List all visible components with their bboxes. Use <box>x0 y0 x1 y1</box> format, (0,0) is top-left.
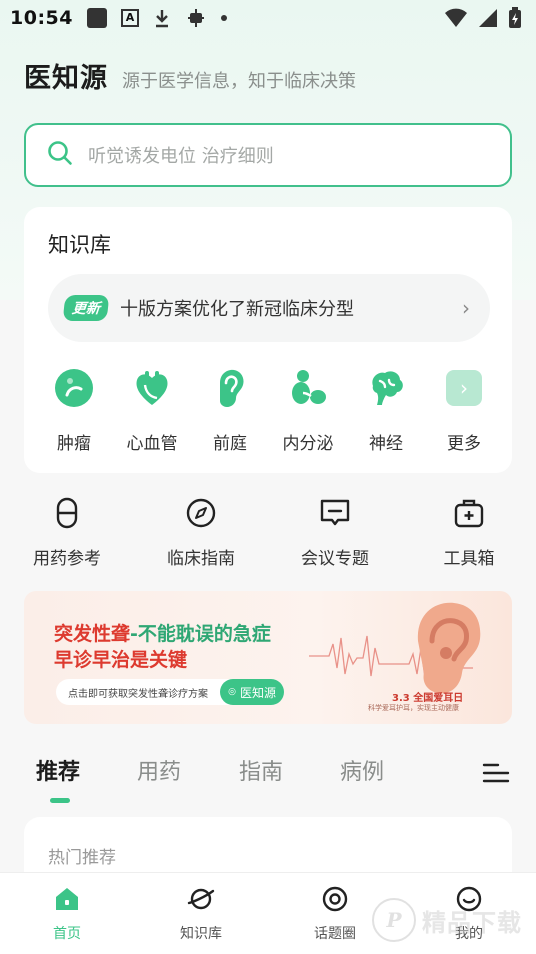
battery-icon <box>508 7 522 29</box>
ear-illustration <box>417 602 481 694</box>
accessibility-icon: A <box>120 9 139 27</box>
toolbox-icon <box>454 499 484 528</box>
nav-label: 首页 <box>53 926 81 942</box>
tab-drugs[interactable]: 用药 <box>137 754 181 786</box>
nav-home[interactable]: 首页 <box>0 873 134 954</box>
tab-recommend[interactable]: 推荐 <box>36 754 80 786</box>
category-label: 内分泌 <box>282 434 334 454</box>
banner-headline-tail: -不能耽误的急症 <box>130 623 271 645</box>
category-tumor[interactable]: 肿瘤 <box>38 367 110 454</box>
tool-label: 用药参考 <box>33 549 101 569</box>
tool-toolbox[interactable]: 工具箱 <box>402 496 536 569</box>
watermark-logo-icon: P <box>372 898 416 942</box>
banner-subtext: 科学爱耳护耳，实现主动健康 <box>368 704 459 712</box>
heart-icon <box>136 371 168 405</box>
update-notice[interactable]: 更新 十版方案优化了新冠临床分型 › <box>48 274 490 342</box>
more-notifications-icon <box>220 15 227 21</box>
banner-logo: ◎ 医知源 <box>220 679 284 705</box>
search-icon <box>46 139 74 171</box>
wifi-icon <box>444 8 468 28</box>
tool-clinical-guide[interactable]: 临床指南 <box>134 496 268 569</box>
watermark: P 精品下载 <box>372 898 522 942</box>
tool-meetings[interactable]: 会议专题 <box>268 496 402 569</box>
app-header: 医知源 源于医学信息，知于临床决策 <box>0 36 536 95</box>
category-label: 心血管 <box>126 434 178 454</box>
planet-icon <box>187 888 215 910</box>
tool-drug-reference[interactable]: 用药参考 <box>0 496 134 569</box>
banner-cta[interactable]: 点击即可获取突发性聋诊疗方案 ◎ 医知源 <box>56 679 284 705</box>
nav-label: 知识库 <box>180 926 222 942</box>
update-badge: 更新 <box>62 295 110 321</box>
knowledge-base-title: 知识库 <box>48 233 111 257</box>
tool-label: 临床指南 <box>167 549 235 569</box>
chat-icon <box>320 499 350 526</box>
category-cardiovascular[interactable]: 心血管 <box>116 367 188 454</box>
category-neuro[interactable]: 神经 <box>350 367 422 454</box>
active-tab-indicator <box>50 798 70 803</box>
signal-icon <box>478 8 498 28</box>
banner-headline: 突发性聋-不能耽误的急症 <box>54 619 271 646</box>
app-brand: 医知源 <box>24 63 108 94</box>
search-bar[interactable]: 听觉诱发电位 治疗细则 <box>24 123 512 187</box>
banner-logo-text: 医知源 <box>239 685 276 700</box>
tab-cases[interactable]: 病例 <box>340 754 384 786</box>
content-tabs: 推荐 用药 指南 病例 <box>0 748 536 808</box>
category-label: 更多 <box>447 434 481 454</box>
tumor-icon <box>55 369 93 407</box>
banner-subheadline: 早诊早治是关键 <box>54 649 188 671</box>
brain-icon <box>372 371 403 405</box>
banner-cta-text: 点击即可获取突发性聋诊疗方案 <box>68 688 208 700</box>
category-label: 神经 <box>369 434 403 454</box>
download-icon <box>153 8 171 28</box>
category-endocrine[interactable]: 内分泌 <box>272 367 344 454</box>
nav-label: 话题圈 <box>314 926 356 942</box>
category-label: 前庭 <box>213 434 247 454</box>
tab-guides[interactable]: 指南 <box>239 754 283 786</box>
chevron-right-icon: › <box>462 296 470 320</box>
notification-app-icon <box>86 8 107 28</box>
status-bar: 10:54 A <box>0 0 536 36</box>
section-title: 热门推荐 <box>48 848 116 868</box>
tool-label: 工具箱 <box>443 549 495 569</box>
chevron-right-icon: › <box>446 370 482 406</box>
category-vestibular[interactable]: 前庭 <box>194 367 266 454</box>
promo-banner[interactable]: 突发性聋-不能耽误的急症 早诊早治是关键 点击即可获取突发性聋诊疗方案 ◎ 医知源… <box>24 591 512 724</box>
tool-row: 用药参考 临床指南 会议专题 工具箱 <box>0 496 536 569</box>
ear-icon <box>220 369 244 407</box>
endocrine-icon <box>292 370 326 404</box>
app-slogan: 源于医学信息，知于临床决策 <box>122 71 356 92</box>
watermark-text: 精品下载 <box>422 908 522 937</box>
compass-icon <box>186 498 216 528</box>
knowledge-base-card: 知识库 更新 十版方案优化了新冠临床分型 › 肿瘤 心血管 前庭 内分泌 神经 … <box>24 207 512 473</box>
tool-label: 会议专题 <box>301 549 369 569</box>
category-grid: 肿瘤 心血管 前庭 内分泌 神经 › 更多 <box>24 367 512 454</box>
menu-icon[interactable] <box>482 762 510 788</box>
nav-knowledge[interactable]: 知识库 <box>134 873 268 954</box>
category-label: 肿瘤 <box>57 434 91 454</box>
banner-date: 3.3 全国爱耳日 <box>392 693 464 704</box>
bug-icon <box>185 7 207 29</box>
target-icon <box>322 886 348 912</box>
logo-mark-icon: ◎ <box>228 687 236 697</box>
status-time: 10:54 <box>10 7 73 29</box>
banner-headline-main: 突发性聋 <box>54 623 131 645</box>
search-placeholder[interactable]: 听觉诱发电位 治疗细则 <box>88 142 274 168</box>
capsule-icon <box>56 497 78 529</box>
home-icon <box>56 888 78 910</box>
update-text: 十版方案优化了新冠临床分型 <box>120 299 354 320</box>
category-more[interactable]: › 更多 <box>428 367 500 454</box>
